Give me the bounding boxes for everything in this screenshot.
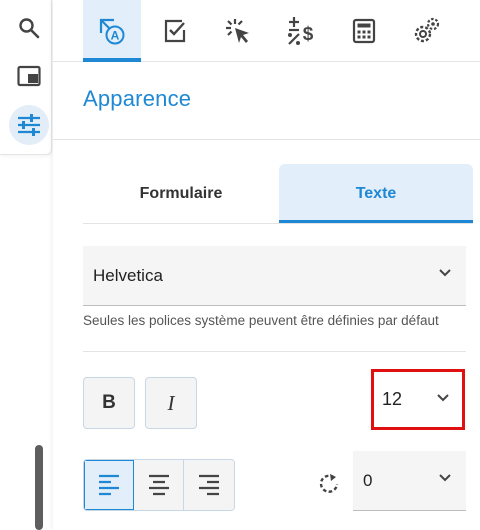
bold-button[interactable]: B (83, 377, 135, 429)
subtab-form[interactable]: Formulaire (83, 164, 279, 224)
svg-text:A: A (111, 29, 120, 43)
font-size-value: 12 (382, 389, 403, 409)
helper-divider (83, 351, 466, 352)
calculation-icon: $ (288, 17, 314, 45)
chevron-down-icon (437, 394, 449, 402)
align-right-icon (199, 474, 219, 496)
tab-calculator[interactable] (335, 0, 393, 62)
appearance-settings-button[interactable] (9, 105, 49, 145)
cursor-click-icon (226, 19, 249, 43)
tab-calculation[interactable]: $ (272, 0, 330, 62)
subtab-text[interactable]: Texte (279, 164, 473, 224)
appearance-subtabs: Formulaire Texte (83, 164, 473, 224)
app-root: A $ Apparence Formulaire Texte Helvetica… (0, 0, 480, 530)
chevron-down-icon (439, 474, 451, 482)
font-size-select[interactable]: 12 (371, 369, 465, 430)
font-family-value: Helvetica (93, 265, 163, 285)
svg-text:$: $ (303, 24, 314, 45)
tab-advanced[interactable] (398, 0, 456, 62)
align-left-icon (99, 474, 119, 496)
calculator-icon (352, 18, 376, 44)
font-family-select[interactable]: Helvetica (83, 246, 466, 306)
align-left-button[interactable] (84, 460, 134, 510)
search-icon (19, 18, 40, 39)
align-center-icon (148, 474, 169, 496)
rotate-icon (319, 474, 339, 493)
align-right-button[interactable] (184, 460, 234, 510)
tab-validation[interactable] (146, 0, 204, 62)
font-helper-text: Seules les polices système peuvent être … (83, 313, 439, 328)
section-title: Apparence (83, 86, 192, 111)
settings-gears-icon (414, 17, 440, 43)
left-rail (0, 0, 52, 155)
subtabs-divider (83, 223, 473, 224)
text-annotation-icon: A (99, 18, 125, 45)
tab-actions[interactable] (209, 0, 267, 62)
tab-appearance[interactable]: A (83, 0, 141, 62)
rotation-select[interactable]: 0 (353, 451, 466, 511)
panel-toggle-button[interactable] (9, 56, 49, 96)
rotation-value: 0 (363, 470, 373, 490)
italic-icon: I (167, 390, 175, 415)
search-button[interactable] (9, 8, 49, 48)
text-alignment-group (83, 459, 235, 511)
properties-panel: A $ Apparence Formulaire Texte Helvetica… (53, 0, 480, 530)
checkbox-icon (164, 19, 186, 43)
panel-toolbar: A $ (53, 0, 480, 62)
bold-icon: B (102, 392, 116, 413)
rail-scrollbar[interactable] (35, 445, 43, 530)
panel-icon (17, 65, 41, 87)
align-center-button[interactable] (134, 460, 184, 510)
section-divider (53, 139, 480, 140)
chevron-down-icon (439, 269, 451, 277)
sliders-icon (18, 114, 40, 136)
italic-button[interactable]: I (145, 377, 197, 429)
